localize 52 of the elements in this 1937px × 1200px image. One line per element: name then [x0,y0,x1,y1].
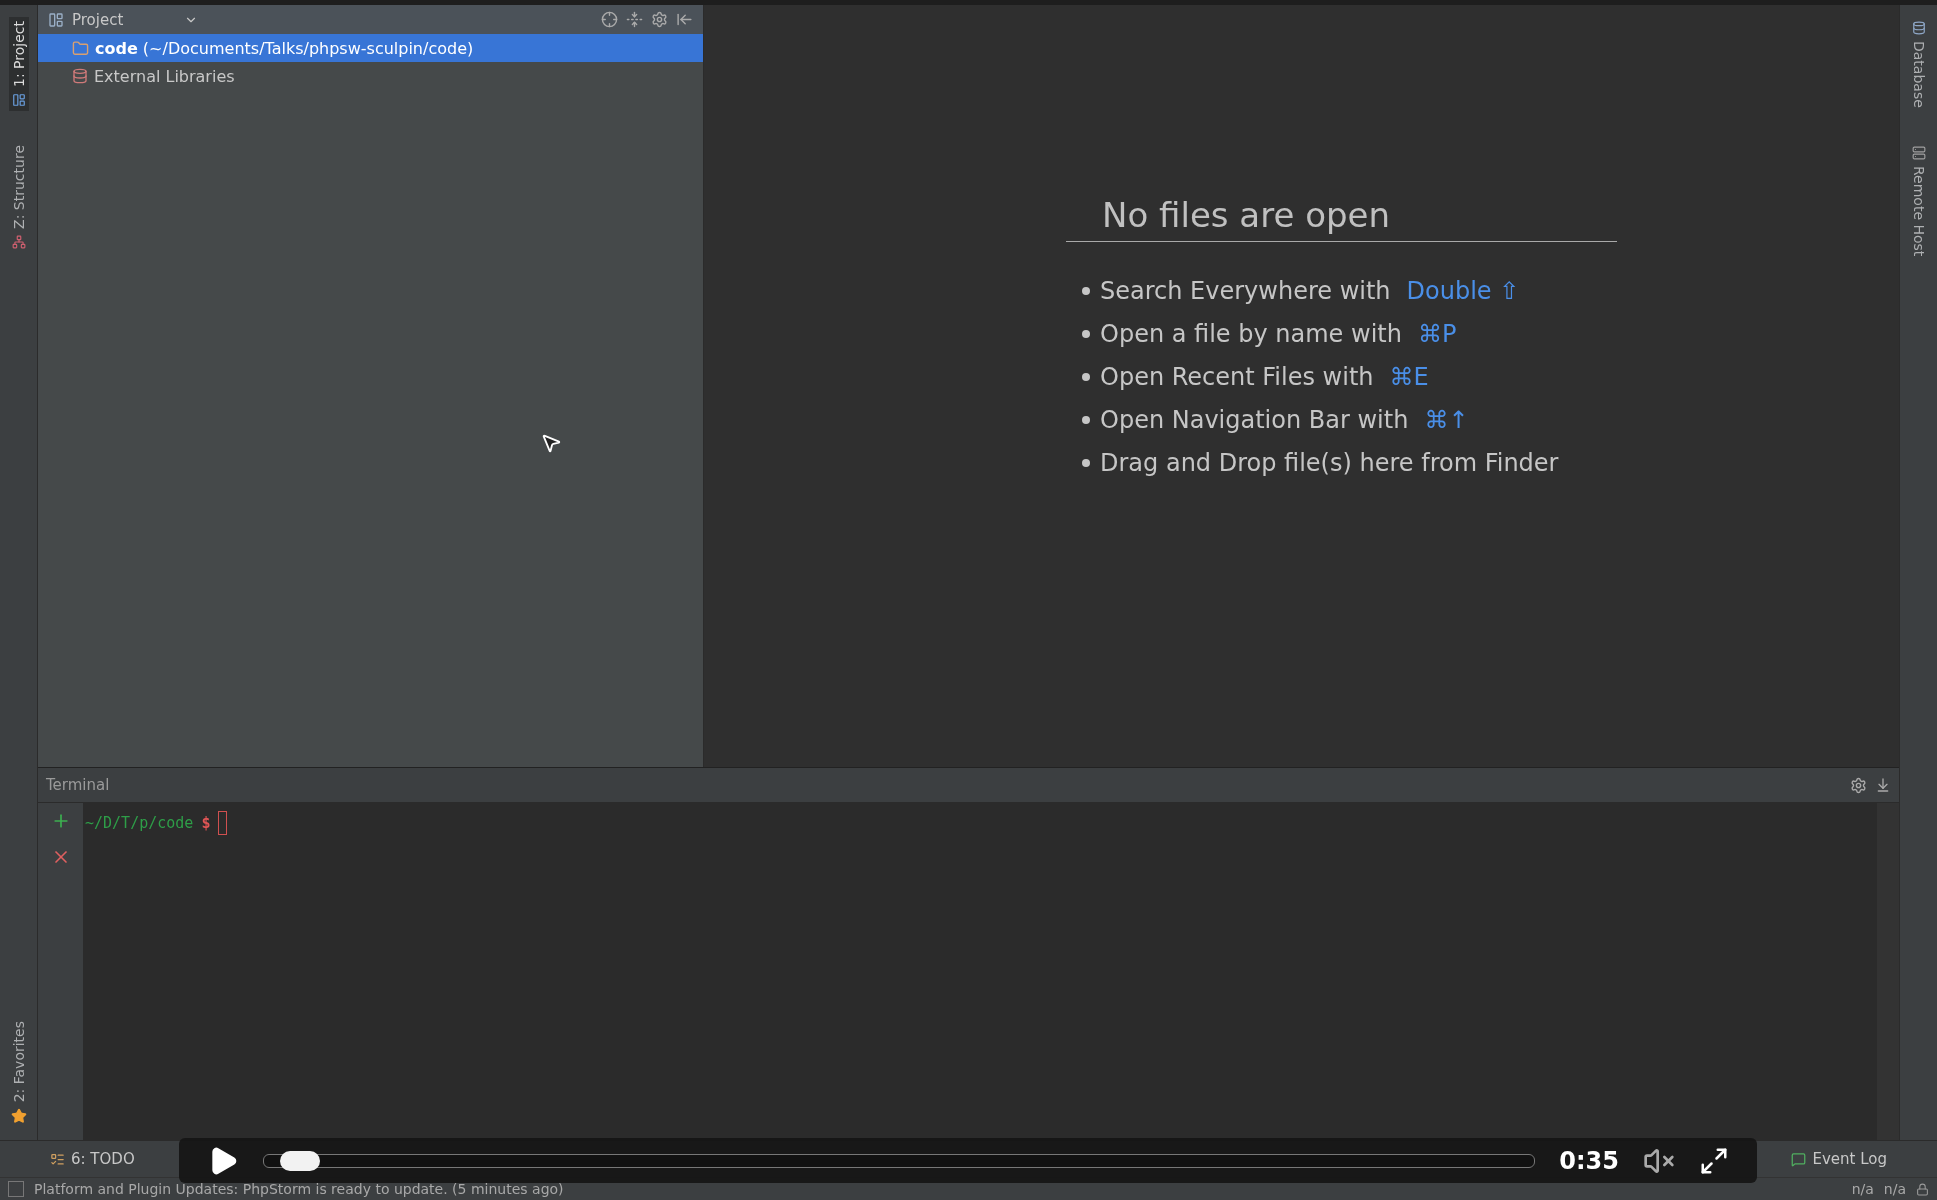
terminal-prompt: ~/D/T/p/code [85,814,194,832]
tree-item[interactable]: code (~/Documents/Talks/phpsw-sculpin/code) [38,34,703,62]
hint-text: Open a file by name with [1100,320,1402,348]
server-icon [1911,145,1926,160]
project-icon [48,11,64,28]
speech-bubble-icon [1791,1151,1807,1167]
shortcut-text: ⌘E [1389,363,1429,391]
database-icon [1911,21,1926,35]
progress-track[interactable] [263,1153,1536,1168]
status-field: n/a [1883,1181,1906,1197]
progress-thumb[interactable] [280,1150,321,1171]
structure-icon [11,234,26,249]
fullscreen-icon[interactable] [1699,1145,1729,1176]
shortcut-text: Double ⇧ [1406,277,1520,305]
hint-text: Open Navigation Bar with [1100,406,1409,434]
collapse-icon[interactable] [626,11,643,28]
mouse-pointer-icon [540,432,562,454]
status-toggle[interactable] [8,1181,24,1197]
project-icon [11,93,26,107]
bullet-icon [1082,373,1090,381]
star-icon [10,1108,27,1124]
folder-icon [72,39,89,57]
video-time: 0:35 [1559,1146,1619,1175]
tree-item[interactable]: External Libraries [38,62,703,90]
tool-tab[interactable]: 6: TODO [50,1150,135,1168]
todo-icon [50,1151,65,1167]
tool-window-tab[interactable]: Database [1908,17,1929,112]
empty-editor-title: No files are open [1066,195,1617,242]
settings-icon[interactable] [1850,776,1867,794]
status-field: n/a [1851,1181,1874,1197]
shortcut-text: ⌘P [1417,320,1457,348]
lock-icon [1916,1182,1929,1196]
settings-icon[interactable] [651,11,668,28]
bullet-icon [1082,459,1090,467]
terminal-title: Terminal [46,776,110,794]
text-cursor [218,811,228,835]
tool-window-tab[interactable]: Z: Structure [8,141,29,253]
bullet-icon [1082,287,1090,295]
hint-text: Open Recent Files with [1100,363,1374,391]
bullet-icon [1082,416,1090,424]
tool-window-tab[interactable]: 2: Favorites [8,1016,29,1128]
locate-icon[interactable] [601,11,618,28]
bullet-icon [1082,330,1090,338]
shortcut-text: ⌘↑ [1424,406,1469,434]
hint-text: Drag and Drop file(s) here from Finder [1100,449,1559,477]
panel-title: Project [72,10,124,29]
tool-window-tab[interactable]: 1: Project [8,17,29,111]
prompt-symbol: $ [201,814,211,832]
tool-tab[interactable]: Event Log [1791,1150,1887,1168]
status-message: Platform and Plugin Updates: PhpStorm is ready to update. (5 minutes ago) [34,1181,564,1197]
tool-window-tab[interactable]: Remote Host [1908,141,1929,261]
hint-text: Search Everywhere with [1100,277,1391,305]
